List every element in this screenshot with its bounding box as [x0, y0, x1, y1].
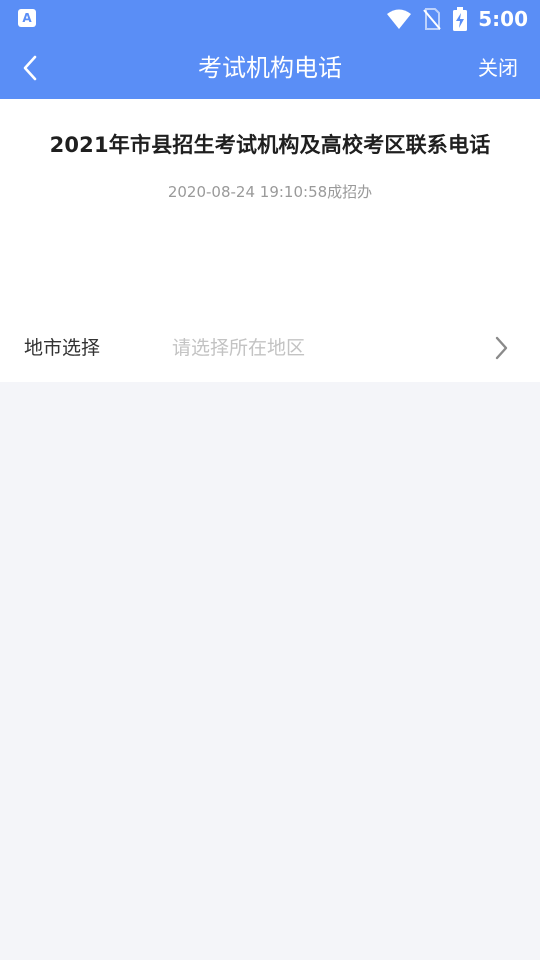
status-bar: A 5:00 — [0, 0, 540, 38]
status-icons: 5:00 — [386, 6, 528, 32]
empty-content-area — [0, 382, 540, 960]
back-button[interactable] — [12, 50, 48, 86]
chevron-left-icon — [23, 55, 37, 81]
battery-charging-icon — [453, 7, 468, 31]
app-screen: A 5:00 考试机构电话 关闭 2021年市县招生考试机构及高校考区联系电话 … — [0, 0, 540, 960]
header-bar: A 5:00 考试机构电话 关闭 — [0, 0, 540, 99]
close-button[interactable]: 关闭 — [478, 38, 518, 99]
status-time: 5:00 — [478, 7, 528, 31]
wifi-icon — [387, 9, 412, 29]
region-select-placeholder[interactable]: 请选择所在地区 — [172, 314, 305, 382]
title-bar: 考试机构电话 关闭 — [0, 38, 540, 99]
page-title: 考试机构电话 — [198, 54, 342, 82]
article-title: 2021年市县招生考试机构及高校考区联系电话 — [49, 133, 491, 157]
article-meta: 2020-08-24 19:10:58成招办 — [167, 183, 373, 201]
app-notification-icon: A — [18, 9, 36, 27]
region-select-row[interactable]: 地市选择 请选择所在地区 — [0, 314, 540, 382]
content-card: 2021年市县招生考试机构及高校考区联系电话 2020-08-24 19:10:… — [0, 99, 540, 382]
chevron-right-icon — [495, 336, 508, 360]
region-select-label: 地市选择 — [24, 337, 101, 359]
no-sim-icon — [423, 8, 442, 30]
